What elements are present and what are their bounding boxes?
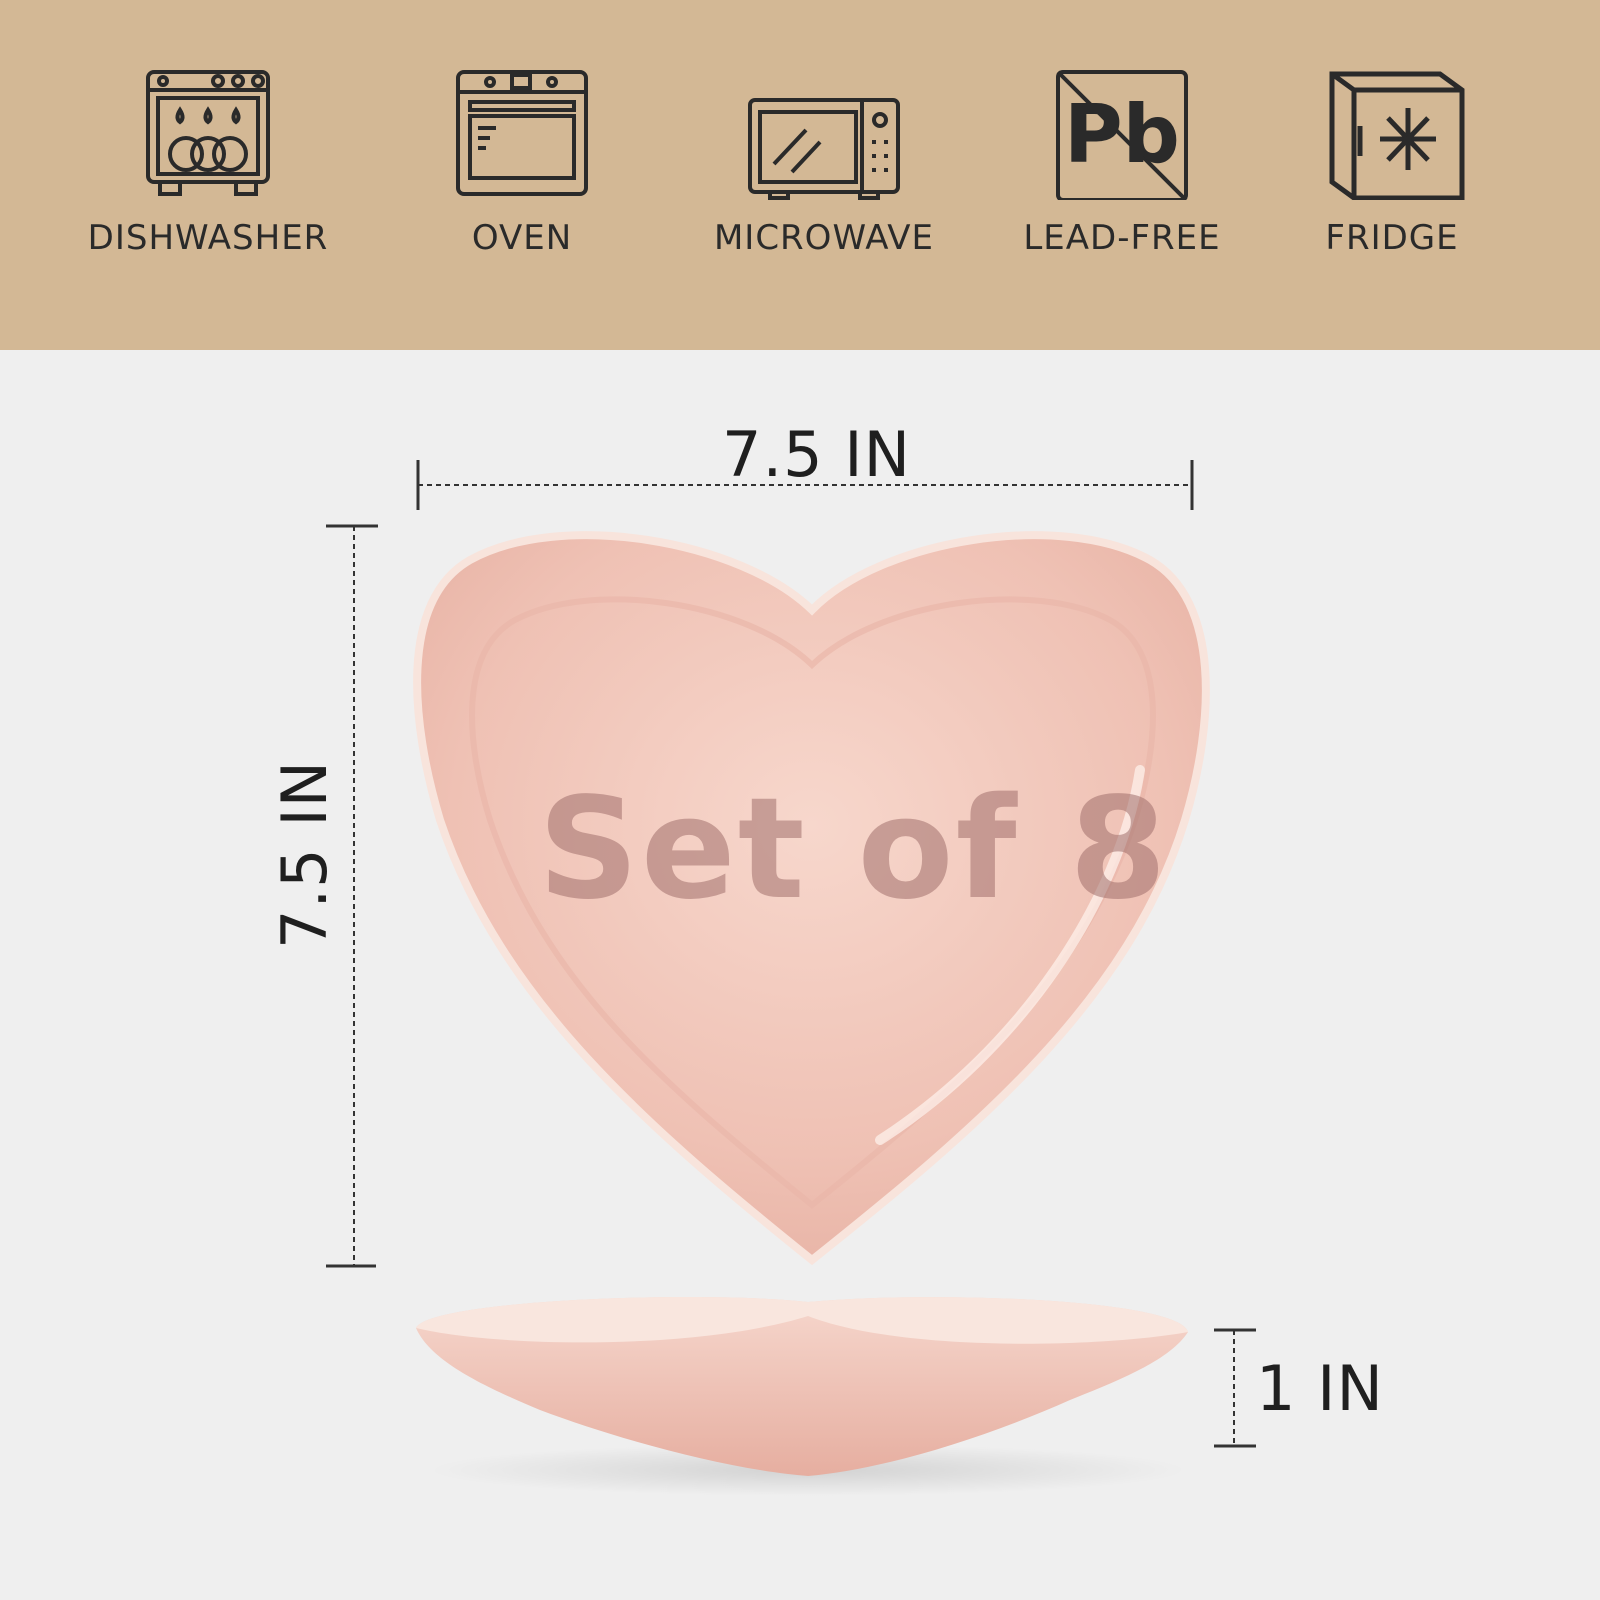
set-count-text: Set of 8 — [538, 768, 1169, 931]
depth-label: 1 IN — [1256, 1352, 1384, 1425]
heart-plate-side-view — [416, 1297, 1188, 1496]
width-label: 7.5 IN — [722, 418, 911, 491]
height-label: 7.5 IN — [267, 760, 341, 949]
depth-dimension-line — [1214, 1328, 1256, 1448]
